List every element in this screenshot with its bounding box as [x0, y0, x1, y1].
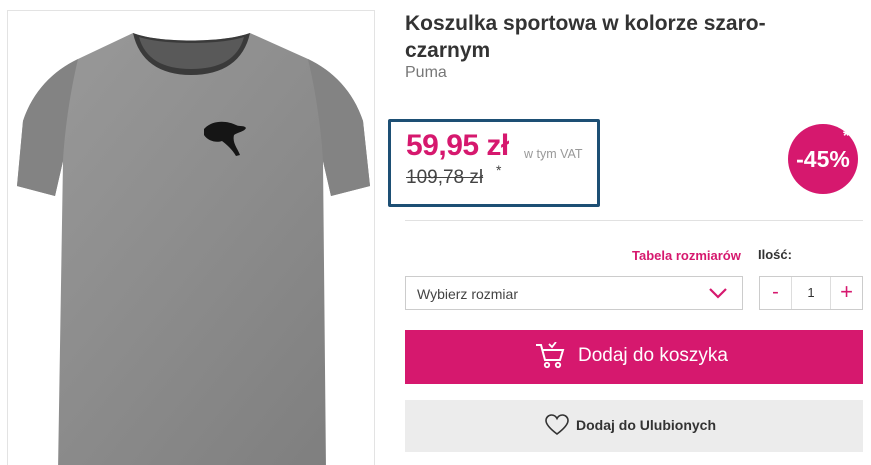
quantity-label: Ilość: [758, 247, 792, 262]
quantity-decrease-button[interactable]: - [760, 277, 792, 309]
product-image-panel[interactable] [7, 10, 375, 465]
heart-icon [545, 414, 569, 436]
product-title: Koszulka sportowa w kolorze szaro-czarny… [405, 12, 766, 62]
add-to-cart-button[interactable]: Dodaj do koszyka [405, 330, 863, 384]
size-select-value: Wybierz rozmiar [417, 286, 518, 302]
current-price: 59,95 zł [406, 129, 509, 162]
discount-asterisk: * [843, 128, 850, 145]
quantity-increase-button[interactable]: + [830, 277, 862, 309]
old-price: 109,78 zł [406, 167, 484, 188]
divider [405, 220, 863, 221]
old-price-asterisk: * [496, 162, 502, 178]
add-to-cart-label: Dodaj do koszyka [578, 345, 728, 366]
size-select[interactable]: Wybierz rozmiar [405, 276, 743, 310]
product-brand[interactable]: Puma [405, 64, 447, 82]
price-box: 59,95 zł w tym VAT 109,78 zł * [388, 119, 600, 207]
add-to-favorites-button[interactable]: Dodaj do Ulubionych [405, 400, 863, 452]
vat-note: w tym VAT [524, 147, 583, 161]
chevron-down-icon [709, 288, 727, 299]
discount-label: -45% [796, 146, 850, 172]
discount-badge: -45% * [788, 124, 858, 194]
tshirt-image [17, 33, 370, 465]
quantity-value[interactable]: 1 [792, 277, 830, 309]
quantity-stepper[interactable]: - 1 + [759, 276, 863, 310]
add-to-favorites-label: Dodaj do Ulubionych [576, 417, 716, 433]
size-table-link[interactable]: Tabela rozmiarów [632, 248, 741, 263]
cart-icon [536, 342, 565, 369]
